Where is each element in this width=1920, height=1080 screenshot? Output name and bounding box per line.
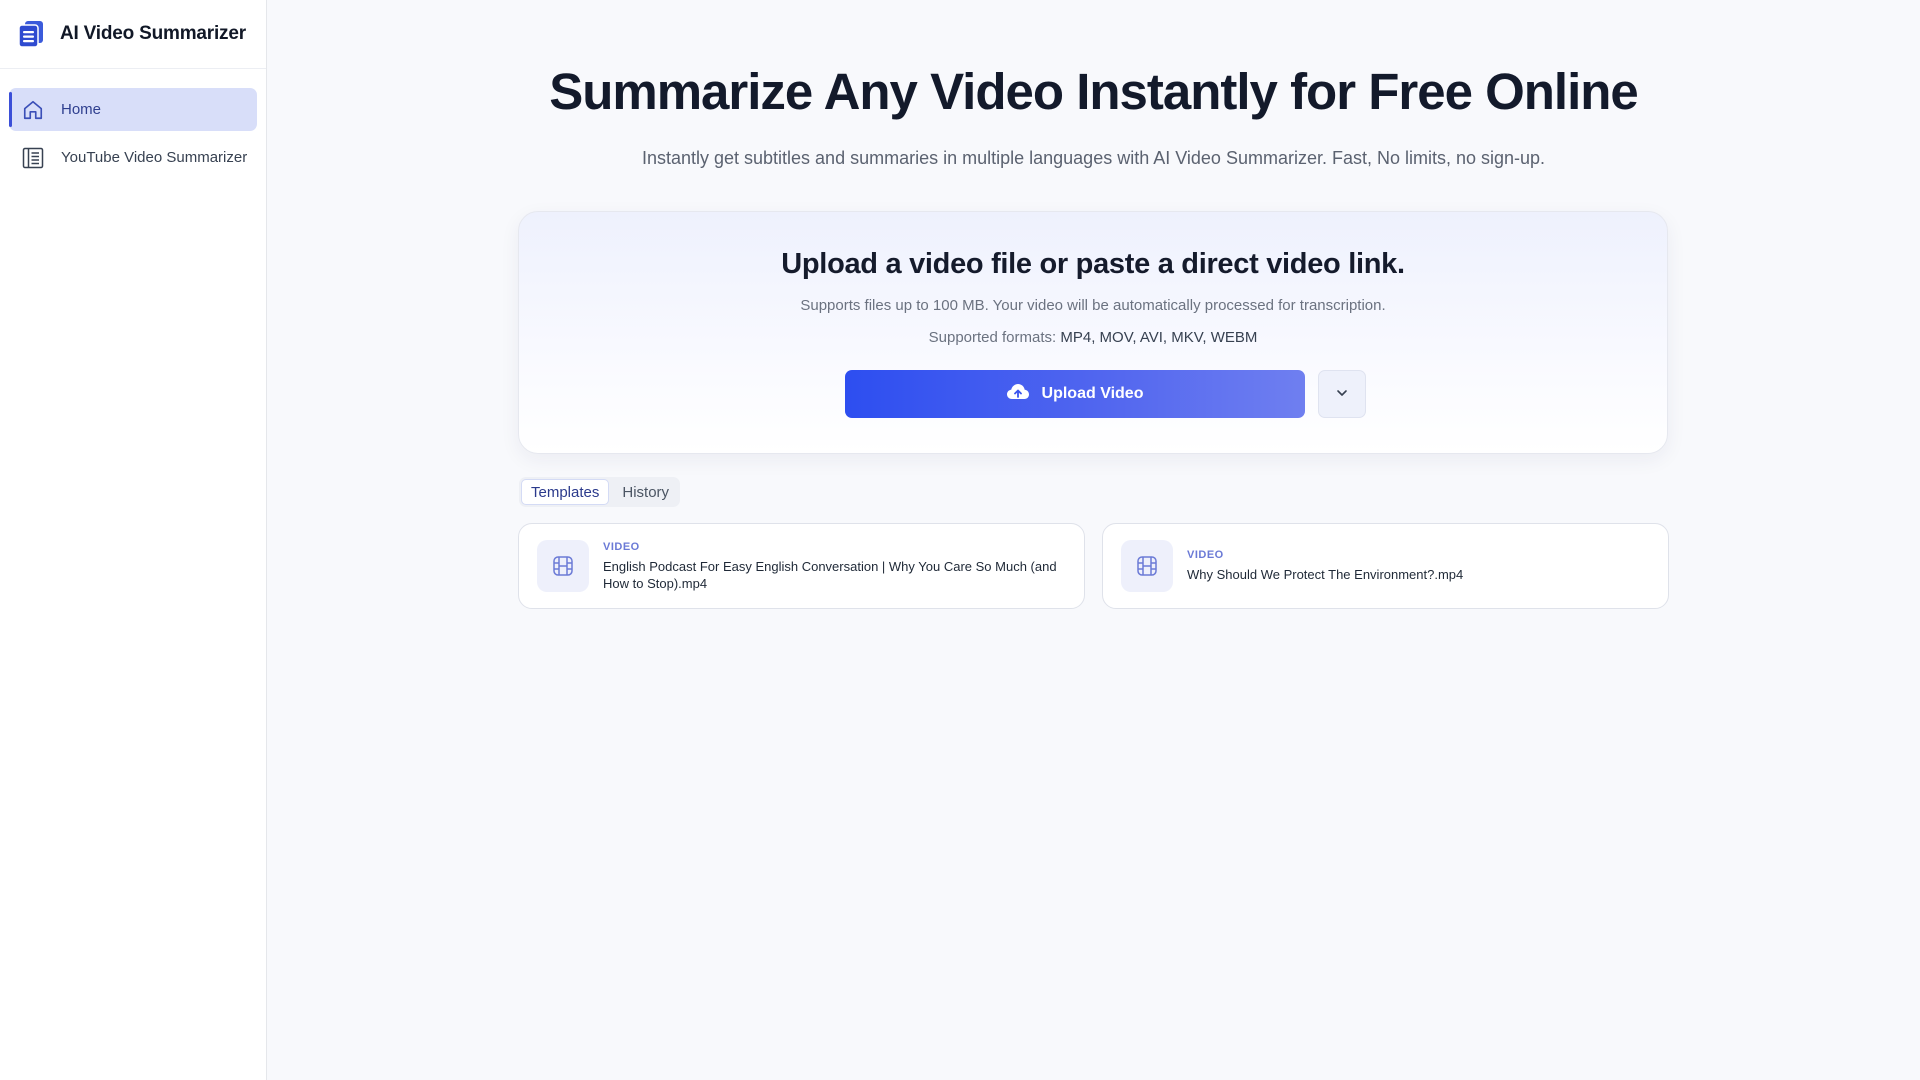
tab-templates[interactable]: Templates: [521, 479, 610, 505]
document-list-icon: [21, 146, 45, 170]
sidebar-item-label: YouTube Video Summarizer: [61, 149, 248, 166]
tab-history[interactable]: History: [613, 479, 678, 505]
template-list: VIDEO English Podcast For Easy English C…: [518, 523, 1669, 609]
app-logo-icon: [16, 19, 46, 49]
item-type-label: VIDEO: [1187, 549, 1224, 561]
film-icon: [1121, 540, 1173, 592]
formats-label: Supported formats:: [928, 329, 1057, 346]
content-tabs: Templates History: [519, 477, 681, 507]
item-type-label: VIDEO: [603, 540, 640, 553]
chevron-down-icon: [1335, 386, 1349, 403]
list-item[interactable]: VIDEO English Podcast For Easy English C…: [518, 523, 1085, 609]
app-title: AI Video Summarizer: [60, 23, 246, 44]
upload-title: Upload a video file or paste a direct vi…: [781, 248, 1405, 280]
home-icon: [21, 98, 45, 122]
supported-formats: Supported formats: MP4, MOV, AVI, MKV, W…: [519, 329, 1667, 346]
page-title: Summarize Any Video Instantly for Free O…: [549, 63, 1639, 120]
sidebar-item-youtube-summarizer[interactable]: YouTube Video Summarizer: [9, 136, 257, 179]
upload-button-label: Upload Video: [1041, 385, 1144, 402]
brand-header[interactable]: AI Video Summarizer: [0, 0, 266, 69]
app-root: AI Video Summarizer Home YouTube Video S…: [0, 0, 1920, 1080]
item-file-name: English Podcast For Easy English Convers…: [603, 558, 1057, 591]
sidebar-item-home[interactable]: Home: [9, 88, 257, 131]
list-item[interactable]: VIDEO Why Should We Protect The Environm…: [1102, 523, 1669, 609]
item-text: VIDEO Why Should We Protect The Environm…: [1187, 549, 1483, 583]
upload-description: Supports files up to 100 MB. Your video …: [800, 297, 1386, 314]
cloud-upload-icon: [1006, 382, 1030, 407]
sidebar-item-label: Home: [61, 101, 102, 118]
item-file-name: Why Should We Protect The Environment?.m…: [1187, 567, 1464, 582]
formats-list: MP4, MOV, AVI, MKV, WEBM: [1060, 329, 1258, 346]
upload-options-dropdown[interactable]: [1317, 370, 1366, 418]
item-text: VIDEO English Podcast For Easy English C…: [603, 541, 1084, 592]
page-subtitle: Instantly get subtitles and summaries in…: [641, 148, 1546, 168]
main-content: Summarize Any Video Instantly for Free O…: [267, 0, 1920, 1080]
sidebar: AI Video Summarizer Home YouTube Video S…: [0, 0, 267, 1080]
upload-video-button[interactable]: Upload Video: [844, 370, 1305, 418]
upload-card: Upload a video file or paste a direct vi…: [518, 211, 1668, 454]
film-icon: [537, 540, 589, 592]
upload-actions: Upload Video: [519, 370, 1667, 418]
sidebar-nav: Home YouTube Video Summarizer: [0, 69, 266, 179]
